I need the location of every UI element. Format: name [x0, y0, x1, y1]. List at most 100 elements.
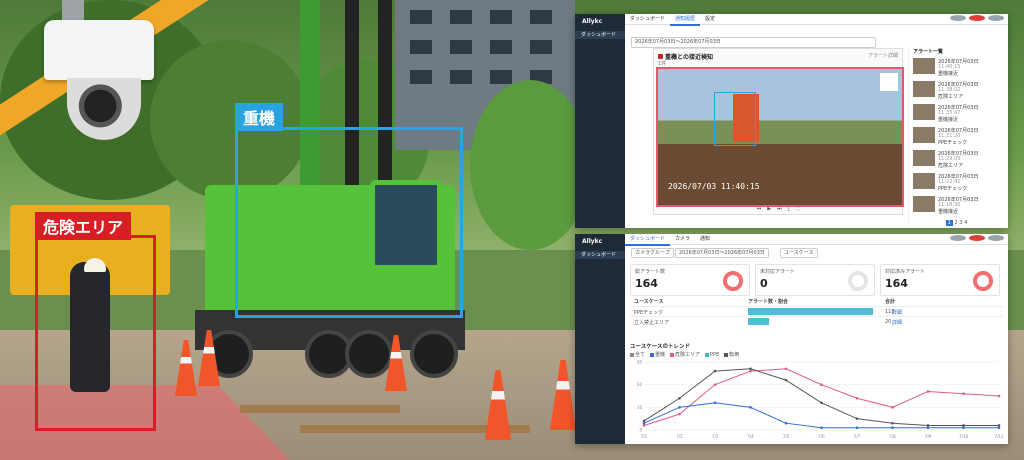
data-point[interactable] [820, 401, 823, 405]
help-icon[interactable] [950, 15, 966, 21]
data-point[interactable] [784, 421, 788, 425]
data-point[interactable] [713, 369, 717, 373]
data-point[interactable] [855, 417, 859, 420]
help-icon[interactable] [950, 235, 966, 241]
alert-thumbnail [913, 127, 935, 143]
data-point[interactable] [713, 401, 717, 405]
alert-list-title: アラート一覧 [913, 49, 944, 55]
data-point[interactable] [997, 426, 1001, 430]
data-point[interactable] [678, 412, 681, 416]
tab-dashboard[interactable]: ダッシュボード [625, 234, 671, 246]
data-point[interactable] [962, 426, 965, 430]
donut-icon [723, 271, 743, 291]
list-item[interactable]: 2026年07月03日 11:22:41 PPEチェック [913, 171, 1001, 192]
tab-dashboard[interactable]: ダッシュボード [625, 14, 670, 24]
data-point[interactable] [678, 396, 681, 400]
data-point[interactable] [749, 369, 752, 373]
data-point[interactable] [855, 426, 859, 430]
play-icon[interactable]: ▶ [767, 206, 771, 212]
data-point[interactable] [642, 419, 646, 423]
legend-swatch [650, 352, 655, 357]
x-tick-label: 7/10 [959, 434, 968, 439]
data-point[interactable] [891, 406, 894, 409]
tab-camera[interactable]: カメラ [670, 234, 695, 244]
data-point[interactable] [962, 424, 965, 427]
data-point[interactable] [749, 367, 752, 371]
data-point[interactable] [820, 426, 823, 430]
usecase-filter[interactable]: ユースケース [780, 248, 818, 258]
alert-thumbnail [913, 104, 935, 120]
data-point[interactable] [926, 390, 930, 393]
alert-video-frame[interactable]: 2026/07/03 11:40:15 [656, 67, 904, 207]
download-icon[interactable]: ⤓ [788, 206, 790, 212]
notification-icon[interactable] [969, 15, 985, 21]
donut-icon [848, 271, 868, 291]
date-range-filter[interactable]: 2026年07月03日〜2026年07月03日 [675, 248, 769, 258]
data-point[interactable] [820, 383, 823, 386]
list-item[interactable]: 2026年07月03日 11:40:15 重機接近 [913, 56, 1001, 77]
page-button[interactable]: 1 [945, 220, 953, 226]
heavy-machine-label: 重機 [235, 103, 284, 131]
page-button[interactable]: 4 [964, 220, 967, 226]
x-tick-label: 7/2 [676, 434, 683, 439]
trend-section: ユースケースのトレンド 全て 重機 危険エリア PPE 転倒 0 10 20 30 7/1 7/2… [630, 342, 1003, 440]
sidebar-item-dashboard[interactable]: ダッシュボード [575, 251, 625, 259]
kpi-value: 164 [885, 277, 908, 290]
data-point[interactable] [855, 396, 859, 400]
detail-link[interactable]: 詳細 [892, 309, 902, 316]
alert-thumbnail [913, 150, 935, 166]
data-point[interactable] [926, 426, 930, 430]
list-item[interactable]: 2026年07月03日 11:31:20 PPEチェック [913, 125, 1001, 146]
page-button[interactable]: 2 [955, 220, 958, 226]
list-item[interactable]: 2026年07月03日 11:18:30 重機接近 [913, 194, 1001, 215]
detail-link[interactable]: 詳細 [892, 319, 902, 326]
data-point[interactable] [713, 383, 717, 386]
list-item[interactable]: 2026年07月03日 11:38:02 危険エリア [913, 79, 1001, 100]
camera-group-filter[interactable]: カメラグループ [631, 248, 674, 258]
rewind-icon[interactable]: ⏮ [757, 206, 762, 212]
data-point[interactable] [997, 424, 1001, 427]
tab-alert-history[interactable]: 通知履歴 [670, 14, 701, 26]
data-point[interactable] [997, 394, 1001, 398]
kpi-value: 0 [760, 277, 768, 290]
security-camera [44, 20, 154, 80]
usecase-table: ユースケース アラート数・割合 合計 PPEチェック 118 詳細 立入禁止エリ… [630, 298, 1003, 326]
kpi-card-total: 総アラート数 164 [630, 264, 750, 296]
data-point[interactable] [749, 406, 752, 409]
pagination: 1 2 3 4 [908, 220, 1005, 226]
date-filter[interactable]: 2026年07月03日〜2026年07月03日 [631, 37, 876, 48]
data-point[interactable] [642, 421, 646, 425]
tab-notification[interactable]: 通知 [695, 234, 715, 244]
user-avatar-icon[interactable] [988, 15, 1004, 21]
column-header: 合計 [885, 299, 896, 305]
x-tick-label: 7/4 [747, 434, 754, 439]
tab-settings[interactable]: 設定 [700, 14, 720, 24]
list-item[interactable]: 2026年07月03日 11:35:47 重機接近 [913, 102, 1001, 123]
table-row: 立入禁止エリア 20 詳細 [630, 316, 1003, 326]
alert-detail-link[interactable]: アラート詳細 [868, 52, 898, 59]
fullscreen-icon[interactable]: ⛶ [796, 206, 800, 212]
data-point[interactable] [891, 421, 894, 425]
x-tick-label: 7/5 [783, 434, 790, 439]
user-avatar-icon[interactable] [988, 235, 1004, 241]
page-button[interactable]: 3 [959, 220, 962, 226]
data-point[interactable] [784, 378, 788, 382]
forward-icon[interactable]: ⏭ [777, 206, 782, 212]
danger-area-label: 危険エリア [35, 212, 132, 240]
column-header: ユースケース [634, 299, 664, 305]
data-point[interactable] [891, 426, 894, 430]
trend-title: ユースケースのトレンド [630, 344, 690, 350]
legend-swatch [724, 352, 729, 357]
series-line [643, 402, 999, 429]
data-point[interactable] [784, 367, 788, 371]
notification-icon[interactable] [969, 235, 985, 241]
data-point[interactable] [642, 424, 646, 427]
data-point[interactable] [962, 392, 965, 396]
video-meta: 1件 [658, 61, 667, 67]
x-tick-label: 7/3 [712, 434, 719, 439]
alert-thumbnail [913, 81, 935, 97]
sidebar-item-dashboard[interactable]: ダッシュボード [575, 31, 625, 39]
data-point[interactable] [678, 406, 681, 409]
data-point[interactable] [926, 424, 930, 427]
list-item[interactable]: 2026年07月03日 11:29:05 危険エリア [913, 148, 1001, 169]
